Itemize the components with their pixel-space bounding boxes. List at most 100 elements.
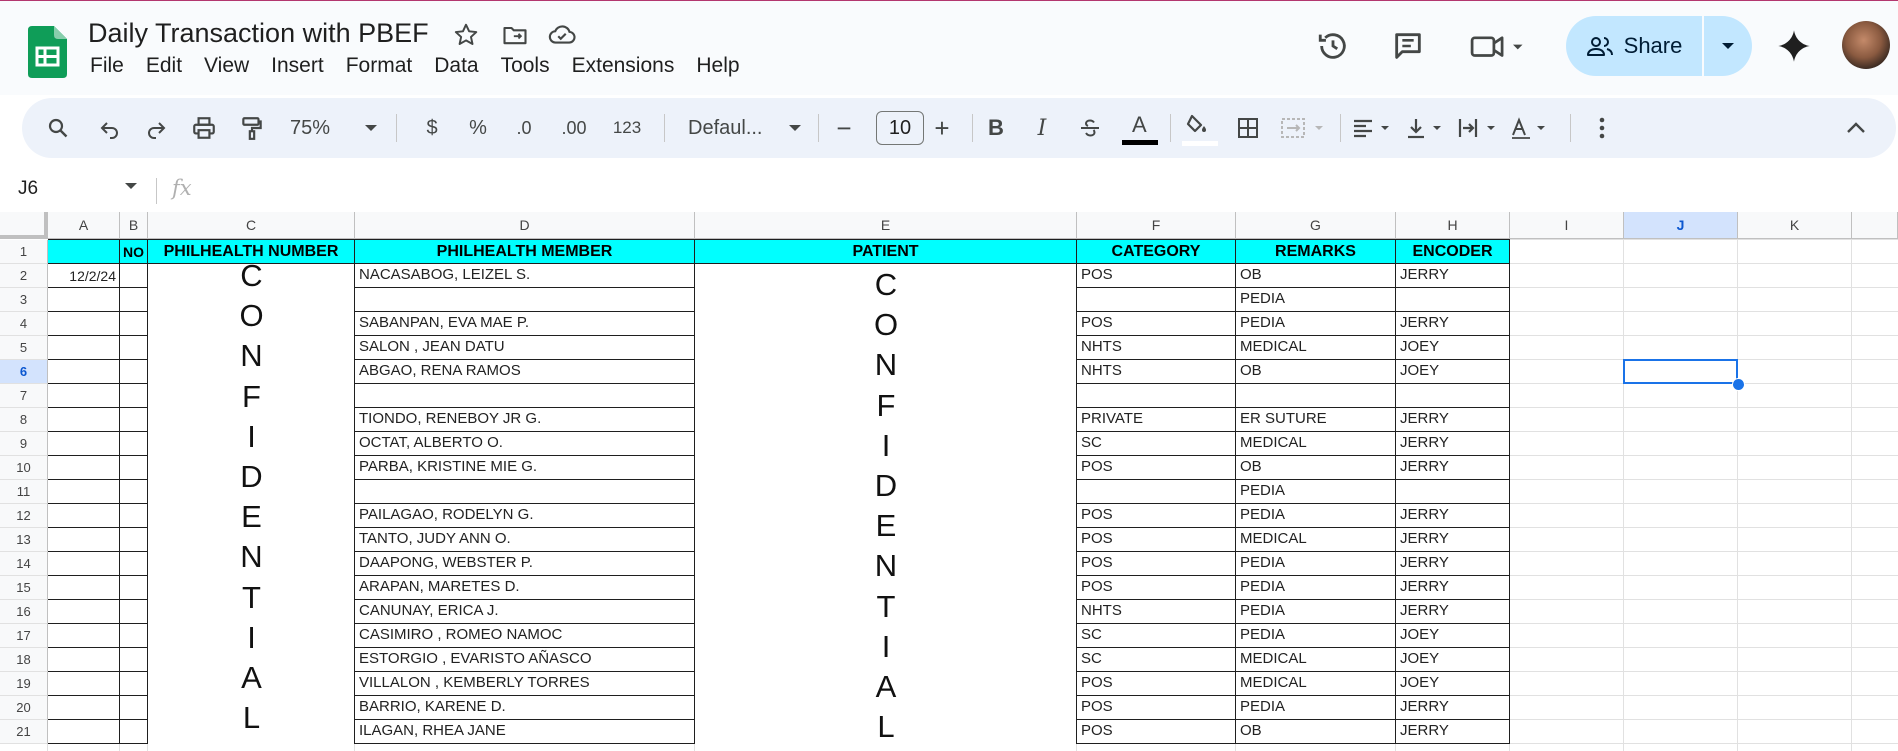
- cell-member[interactable]: TANTO, JUDY ANN O.: [359, 527, 691, 551]
- formula-input[interactable]: [210, 174, 1890, 208]
- row-header[interactable]: 2: [0, 264, 48, 288]
- sheets-logo-icon[interactable]: [28, 26, 67, 78]
- cell-member[interactable]: ARAPAN, MARETES D.: [359, 575, 691, 599]
- cell-encoder[interactable]: JOEY: [1400, 671, 1506, 695]
- column-header-b[interactable]: B: [120, 212, 148, 239]
- print-icon[interactable]: [184, 98, 224, 158]
- row-header[interactable]: 4: [0, 312, 48, 336]
- document-title[interactable]: Daily Transaction with PBEF: [88, 18, 429, 49]
- cell-remarks[interactable]: OB: [1240, 263, 1392, 287]
- cell-category[interactable]: SC: [1081, 431, 1232, 455]
- chevron-down-icon[interactable]: [124, 182, 138, 190]
- column-header-k[interactable]: K: [1738, 212, 1852, 239]
- row-header[interactable]: 13: [0, 528, 48, 552]
- account-avatar[interactable]: [1842, 21, 1890, 69]
- menu-file[interactable]: File: [90, 54, 124, 78]
- cell-category[interactable]: POS: [1081, 527, 1232, 551]
- cell-category[interactable]: SC: [1081, 623, 1232, 647]
- cell-remarks[interactable]: PEDIA: [1240, 695, 1392, 719]
- cell-member[interactable]: BARRIO, KARENE D.: [359, 695, 691, 719]
- cloud-saved-icon[interactable]: [545, 18, 579, 52]
- cell-category[interactable]: POS: [1081, 695, 1232, 719]
- name-box[interactable]: J6: [18, 178, 38, 200]
- move-folder-icon[interactable]: [498, 18, 532, 52]
- menu-view[interactable]: View: [204, 54, 249, 78]
- comments-icon[interactable]: [1386, 24, 1430, 68]
- cell-category[interactable]: POS: [1081, 455, 1232, 479]
- column-header-d[interactable]: D: [355, 212, 695, 239]
- row-header[interactable]: 16: [0, 600, 48, 624]
- cell-encoder[interactable]: JOEY: [1400, 335, 1506, 359]
- cell-category[interactable]: NHTS: [1081, 359, 1232, 383]
- cell-member[interactable]: SABANPAN, EVA MAE P.: [359, 311, 691, 335]
- menu-insert[interactable]: Insert: [271, 54, 324, 78]
- cell-remarks[interactable]: PEDIA: [1240, 575, 1392, 599]
- cell-category[interactable]: PRIVATE: [1081, 407, 1232, 431]
- cell-category[interactable]: POS: [1081, 311, 1232, 335]
- share-button[interactable]: Share: [1566, 16, 1702, 76]
- spreadsheet-grid[interactable]: A B C D E F G H I J K 1 2 3 4 5 6 7 8 9 10 11 12 13 14 15 16 17 18 19…: [0, 212, 1898, 751]
- percent-format-button[interactable]: %: [458, 98, 498, 158]
- cell-category[interactable]: NHTS: [1081, 335, 1232, 359]
- cell-category[interactable]: POS: [1081, 263, 1232, 287]
- cell-member[interactable]: TIONDO, RENEBOY JR G.: [359, 407, 691, 431]
- star-icon[interactable]: [449, 18, 483, 52]
- menu-tools[interactable]: Tools: [501, 54, 550, 78]
- cell-remarks[interactable]: MEDICAL: [1240, 671, 1392, 695]
- more-options-icon[interactable]: [1582, 98, 1622, 158]
- column-header-g[interactable]: G: [1236, 212, 1396, 239]
- cell-category[interactable]: POS: [1081, 551, 1232, 575]
- paint-format-icon[interactable]: [232, 98, 272, 158]
- cell-remarks[interactable]: ER SUTURE: [1240, 407, 1392, 431]
- currency-format-button[interactable]: $: [412, 98, 452, 158]
- row-header[interactable]: 6: [0, 360, 48, 384]
- cell-encoder[interactable]: JERRY: [1400, 407, 1506, 431]
- row-header[interactable]: 18: [0, 648, 48, 672]
- selected-cell-outline[interactable]: [1623, 359, 1738, 384]
- horizontal-align-icon[interactable]: [1348, 98, 1404, 158]
- menu-format[interactable]: Format: [346, 54, 413, 78]
- cell-encoder[interactable]: JERRY: [1400, 263, 1506, 287]
- cell-member[interactable]: VILLALON , KEMBERLY TORRES: [359, 671, 691, 695]
- cell-remarks[interactable]: MEDICAL: [1240, 431, 1392, 455]
- cell-member[interactable]: ESTORGIO , EVARISTO AÑASCO: [359, 647, 691, 671]
- share-dropdown-icon[interactable]: [1704, 16, 1752, 76]
- cell-member[interactable]: NACASABOG, LEIZEL S.: [359, 263, 691, 287]
- font-family-select[interactable]: Defaul...: [672, 98, 812, 158]
- cell-category[interactable]: POS: [1081, 503, 1232, 527]
- cell-encoder[interactable]: JERRY: [1400, 431, 1506, 455]
- strikethrough-icon[interactable]: [1068, 98, 1112, 158]
- header-no[interactable]: NO: [120, 240, 147, 263]
- increase-decimal-button[interactable]: .00: [550, 98, 598, 158]
- cell-member[interactable]: PARBA, KRISTINE MIE G.: [359, 455, 691, 479]
- cell-remarks[interactable]: PEDIA: [1240, 503, 1392, 527]
- cell-remarks[interactable]: OB: [1240, 719, 1392, 743]
- cell-member[interactable]: ILAGAN, RHEA JANE: [359, 719, 691, 743]
- search-menus-icon[interactable]: [38, 98, 78, 158]
- redo-icon[interactable]: [136, 98, 176, 158]
- text-wrapping-icon[interactable]: [1454, 98, 1510, 158]
- row-header[interactable]: 1: [0, 240, 48, 264]
- row-header[interactable]: 9: [0, 432, 48, 456]
- cell-remarks[interactable]: PEDIA: [1240, 623, 1392, 647]
- cell-encoder[interactable]: JOEY: [1400, 623, 1506, 647]
- cell-remarks[interactable]: PEDIA: [1240, 599, 1392, 623]
- cell-encoder[interactable]: JERRY: [1400, 551, 1506, 575]
- row-header[interactable]: 15: [0, 576, 48, 600]
- cell-member[interactable]: CASIMIRO , ROMEO NAMOC: [359, 623, 691, 647]
- cell-member[interactable]: SALON , JEAN DATU: [359, 335, 691, 359]
- cell-encoder[interactable]: JERRY: [1400, 527, 1506, 551]
- cell-category[interactable]: POS: [1081, 671, 1232, 695]
- cell-remarks[interactable]: PEDIA: [1240, 479, 1392, 503]
- increase-font-size-button[interactable]: +: [922, 98, 962, 158]
- text-color-button[interactable]: A: [1118, 98, 1162, 158]
- cell-member[interactable]: ABGAO, RENA RAMOS: [359, 359, 691, 383]
- row-header[interactable]: 12: [0, 504, 48, 528]
- row-header[interactable]: 11: [0, 480, 48, 504]
- collapse-toolbar-icon[interactable]: [1834, 98, 1878, 158]
- borders-icon[interactable]: [1226, 98, 1270, 158]
- menu-extensions[interactable]: Extensions: [572, 54, 675, 78]
- cell-member[interactable]: PAILAGAO, RODELYN G.: [359, 503, 691, 527]
- gemini-sparkle-icon[interactable]: [1772, 24, 1816, 68]
- cell-category[interactable]: NHTS: [1081, 599, 1232, 623]
